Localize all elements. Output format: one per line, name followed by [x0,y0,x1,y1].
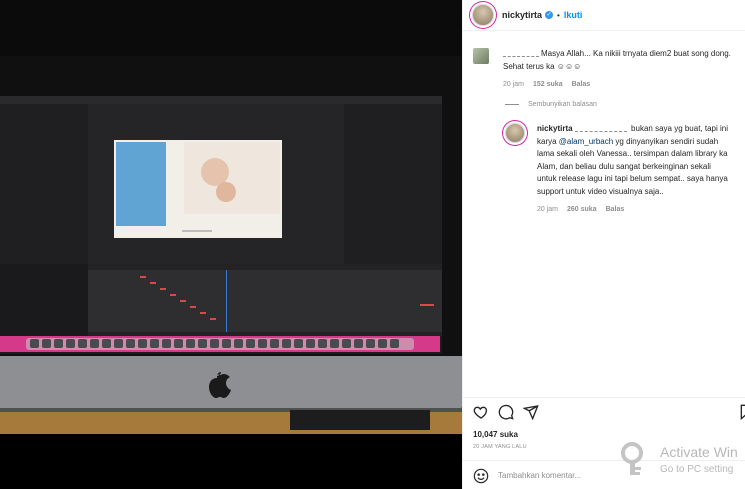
reply-likes[interactable]: 260 suka [567,206,597,213]
reply-time[interactable]: 20 jam [537,206,558,213]
smiley-icon[interactable] [473,468,489,484]
heart-icon[interactable] [473,404,489,420]
reply-author-avatar[interactable] [505,123,525,143]
comment-likes[interactable]: 152 suka [533,81,563,88]
comment-item: Masya Allah... Ka nikiii trnyata diem2 b… [473,48,738,88]
redacted-mention [574,124,627,132]
redacted-username [503,49,539,57]
author-username[interactable]: nickytirta [502,10,542,20]
bookmark-icon[interactable] [739,404,745,420]
comment-text-block: Masya Allah... Ka nikiii trnyata diem2 b… [503,48,735,73]
verified-badge-icon: ✓ [545,11,554,19]
reply-button[interactable]: Balas [572,81,591,88]
paper-plane-icon[interactable] [523,404,539,420]
post-actions: 10,047 suka 20 JAM YANG LALU [463,397,745,489]
separator-dot: • [557,10,560,20]
comment-time[interactable]: 20 jam [503,81,524,88]
comment-bubble-icon[interactable] [498,404,514,420]
comment-meta: 20 jam 152 suka Balas [503,81,735,88]
reply-username[interactable]: nickytirta [537,124,573,133]
hide-replies-button[interactable]: Sembunyikan balasan [505,101,597,108]
instagram-post-view: nickytirta ✓ • Ikuti Masya Allah... Ka n… [0,0,745,489]
mention-link[interactable]: @alam_urbach [559,137,613,146]
follow-button[interactable]: Ikuti [564,10,583,20]
hide-replies-label: Sembunyikan balasan [528,101,597,108]
add-comment-bar [463,460,745,489]
reply-item: nickytirta bukan saya yg buat, tapi ini … [505,123,741,213]
likes-count[interactable]: 10,047 suka [473,430,518,439]
hide-replies-line [505,104,519,105]
comments-panel: nickytirta ✓ • Ikuti Masya Allah... Ka n… [462,0,745,489]
commenter-avatar[interactable] [473,48,489,64]
reply-text-block: nickytirta bukan saya yg buat, tapi ini … [537,123,732,198]
imac-video-editor-photo [0,0,462,489]
reply-meta: 20 jam 260 suka Balas [537,206,732,213]
comment-input[interactable] [498,471,698,480]
post-header: nickytirta ✓ • Ikuti [463,0,745,31]
author-avatar[interactable] [472,4,494,26]
post-timestamp[interactable]: 20 JAM YANG LALU [473,444,527,450]
post-photo[interactable] [0,0,462,489]
reply-reply-button[interactable]: Balas [606,206,625,213]
